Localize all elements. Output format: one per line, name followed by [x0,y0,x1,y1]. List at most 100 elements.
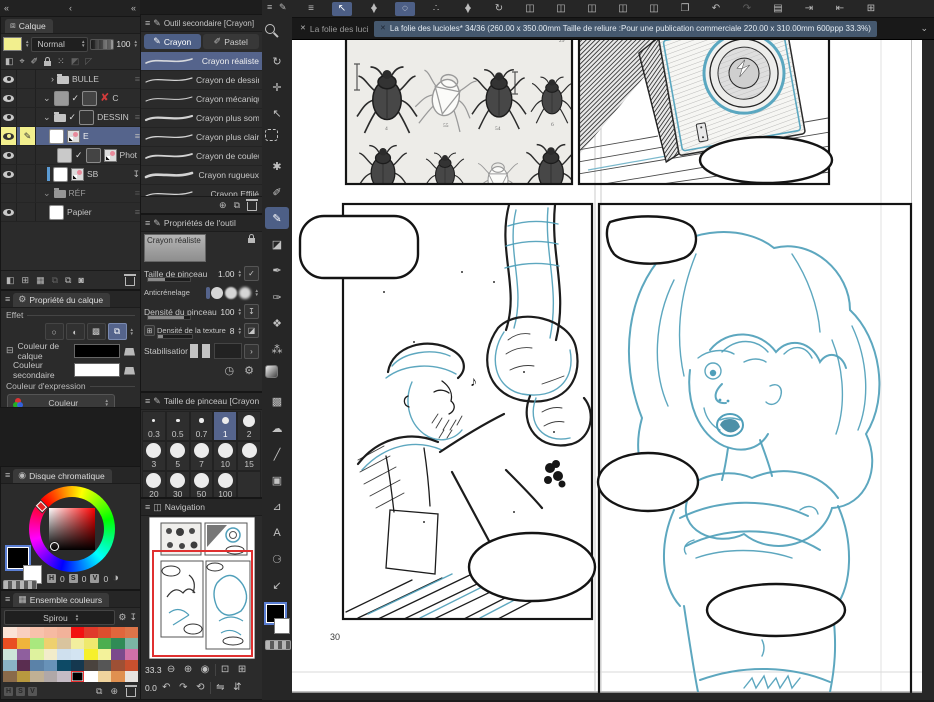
panel-menu-icon[interactable]: ≡ [145,19,150,28]
navigator-thumbnail[interactable] [149,517,255,659]
color-swatch[interactable] [71,649,85,660]
color-swatch[interactable] [84,649,98,660]
pen-tool[interactable]: ✒ [265,260,289,282]
transfer-down-icon[interactable]: ⧉ [52,276,58,285]
enable-mask-icon[interactable]: ◩ [71,57,80,66]
balloon-tool[interactable]: ⚆ [265,548,289,570]
color-swatch[interactable] [71,627,85,638]
brush-size-cell[interactable]: 5 [166,441,190,471]
sub-tool-item[interactable]: Crayon plus clair [141,128,262,147]
layer-row-sb[interactable]: SB ↧ [1,165,140,184]
layer-color-swatch[interactable] [74,344,120,358]
new-vector-layer-icon[interactable]: ⊞ [22,276,30,285]
lock-layer-icon[interactable] [44,61,51,66]
color-swatch[interactable] [30,627,44,638]
panel-menu-icon[interactable]: ≡ [145,219,150,228]
new-raster-layer-icon[interactable]: ◧ [6,276,15,285]
brush-size-cell[interactable]: 30 [166,471,190,498]
pin-icon[interactable]: ↧ [132,170,140,179]
color-swatch[interactable] [57,671,71,682]
bucket-icon[interactable] [124,348,135,356]
snap-option-icon[interactable]: ∴ [426,2,446,16]
edit-color-set-icon[interactable]: ⚙ [118,613,126,622]
color-swatch[interactable] [84,627,98,638]
selection-launcher-icon[interactable]: ◌ [395,2,415,16]
visibility-eye-icon[interactable] [3,76,14,83]
visibility-eye-icon[interactable] [3,114,14,121]
color-swatch[interactable] [98,638,112,649]
panel-menu-icon[interactable]: ≡ [5,295,10,304]
layer-thumbnail[interactable] [57,148,72,163]
sv-cursor[interactable] [50,542,59,551]
replace-color-icon[interactable]: ⧉ [96,687,102,696]
visibility-eye-icon[interactable] [3,95,14,102]
antialias-stepper[interactable] [255,289,259,297]
canvas-area[interactable]: 45554 629 [292,40,934,700]
color-swatch[interactable] [98,649,112,660]
import-color-set-icon[interactable]: ↧ [129,613,137,622]
redo-icon[interactable]: ↷ [737,2,757,16]
brush-size-cell[interactable]: 50 [190,471,214,498]
color-swatch[interactable] [44,627,58,638]
layer-row-bulle[interactable]: › BULLE ≡ [1,70,140,89]
color-swatch[interactable] [98,627,112,638]
color-swatch[interactable] [125,638,139,649]
brush-size-slider[interactable] [147,277,191,282]
antialias-middle-button[interactable] [225,287,237,299]
frame-border-tool[interactable]: ▣ [265,469,289,491]
doc-tab-inactive[interactable]: ✕ La folie des luci [294,21,370,37]
brush-size-cell[interactable]: 0.5 [166,411,190,441]
sub-tool-item[interactable]: Crayon mécanique [141,90,262,109]
sub-tool-item[interactable]: Crayon rugueux [141,166,262,185]
expander-icon[interactable]: ⌄ [43,113,51,122]
eyedropper-tool[interactable]: ✐ [265,181,289,203]
polyline-tool[interactable]: ⊿ [265,496,289,518]
color-swatch[interactable] [71,660,85,671]
undo-icon[interactable]: ↶ [706,2,726,16]
add-sub-tool-icon[interactable]: ⊕ [219,201,227,210]
brush-size-cell[interactable]: 2 [237,411,261,441]
palette-window-4-icon[interactable]: ◫ [613,2,633,16]
main-menu-icon[interactable]: ≡ [301,2,321,16]
brush-size-cell[interactable]: 1 [213,411,237,441]
create-mask-icon[interactable]: ◙ [78,276,83,285]
mask-thumbnail[interactable] [82,91,97,106]
brush-size-cell[interactable]: 7 [190,441,214,471]
color-swatch[interactable] [3,660,17,671]
delete-color-icon[interactable] [126,688,136,697]
tab-pastel[interactable]: ✐ Pastel [203,34,260,49]
expander-icon[interactable]: › [51,75,54,84]
color-swatch[interactable] [17,649,31,660]
rotate-view-icon[interactable]: ↻ [489,2,509,16]
panel-menu-icon[interactable]: ≡ [145,503,150,512]
color-swatch[interactable] [111,649,125,660]
brush-size-dynamics-button[interactable]: ✓ [244,266,259,281]
color-swatch[interactable] [71,671,85,682]
layer-thumbnail[interactable] [49,129,64,144]
fill-tool[interactable]: ❖ [265,312,289,334]
layer-row-ref[interactable]: ⌄ RÉF ≡ [1,184,140,203]
collapse-panel-button[interactable]: ‹ [69,4,72,13]
color-swatch[interactable] [17,671,31,682]
color-swatch[interactable] [111,627,125,638]
rotate-right-button[interactable]: ↷ [176,681,191,694]
reference-layer-icon[interactable]: ⌖ [20,57,25,66]
sort-s-icon[interactable]: S [16,687,25,696]
palette-window-3-icon[interactable]: ◫ [582,2,602,16]
effect-halftone-icon[interactable]: ▩ [87,323,106,340]
bucket-icon[interactable] [124,367,135,375]
sub-tool-item[interactable]: Crayon de dessin [141,71,262,90]
wheel-mode-icon[interactable]: ◑ [112,573,119,584]
brush-size-cell[interactable]: 20 [142,471,166,498]
panel-menu-icon[interactable]: ≡ [145,397,150,406]
color-swatch[interactable] [44,660,58,671]
brush-size-cell[interactable]: 3 [142,441,166,471]
tab-crayon[interactable]: ✎ Crayon [144,34,201,49]
page-manager-icon[interactable]: ❐ [675,2,695,16]
color-swatch[interactable] [17,660,31,671]
line-tool[interactable]: ╱ [265,443,289,465]
effect-border-icon[interactable]: ⧉ [108,323,127,340]
panel-menu-icon[interactable]: ≡ [5,471,10,480]
color-swatch[interactable] [98,671,112,682]
color-swatch[interactable] [111,660,125,671]
